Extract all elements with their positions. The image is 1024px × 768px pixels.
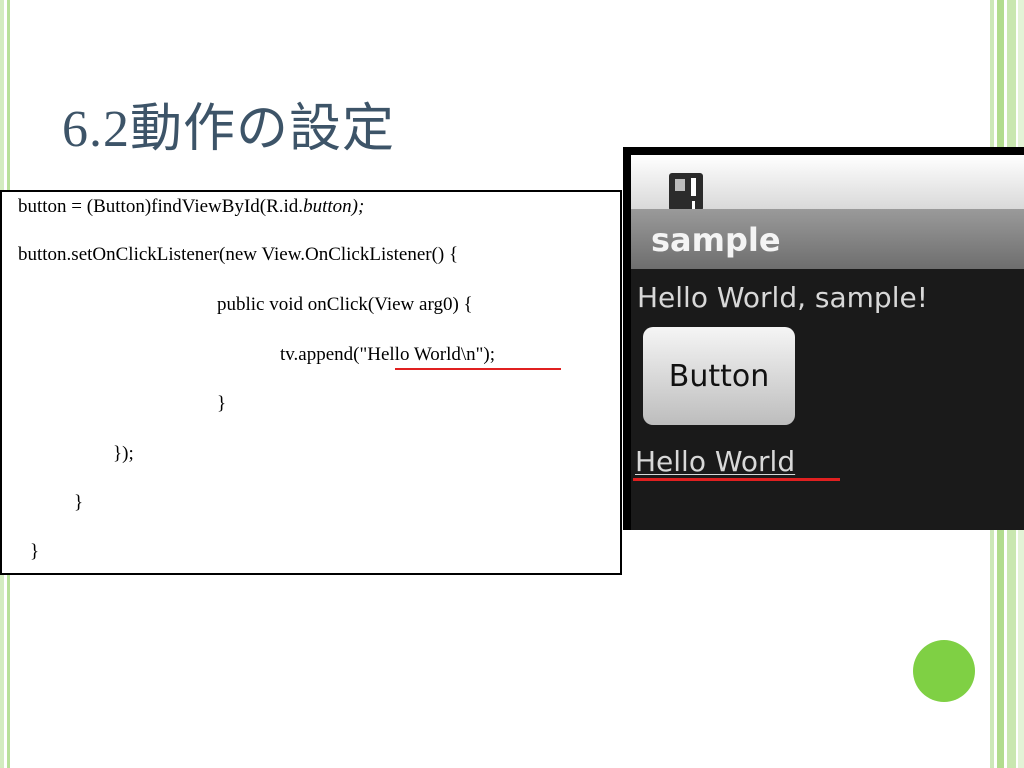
code-line-italic: button); bbox=[303, 196, 365, 217]
code-line: button.setOnClickListener(new View.OnCli… bbox=[18, 244, 459, 265]
code-line: public void onClick(View arg0) { bbox=[217, 294, 473, 315]
sim-card-icon bbox=[669, 173, 703, 211]
app-content: Hello World, sample! Button Hello World bbox=[631, 269, 1024, 530]
slide-title: 6.2動作の設定 bbox=[62, 101, 396, 158]
sample-button[interactable]: Button bbox=[643, 327, 795, 425]
highlight-underline bbox=[395, 368, 561, 370]
status-bar bbox=[631, 155, 1024, 211]
code-line-text: button = (Button)findViewById(R.id. bbox=[18, 196, 304, 217]
code-line: } bbox=[30, 541, 40, 562]
app-title: sample bbox=[651, 221, 781, 259]
decorative-dot bbox=[913, 640, 975, 702]
code-line-highlighted: tv.append("Hello World\n"); bbox=[280, 344, 496, 365]
code-line: } bbox=[217, 393, 227, 414]
hello-text: Hello World, sample! bbox=[637, 281, 928, 314]
app-title-bar: sample bbox=[631, 209, 1024, 269]
code-line: button = (Button)findViewById(R.id.butto… bbox=[18, 196, 364, 218]
appended-text: Hello World bbox=[635, 445, 796, 478]
code-line: } bbox=[74, 492, 84, 513]
code-line: }); bbox=[113, 443, 134, 464]
code-block: button = (Button)findViewById(R.id.butto… bbox=[0, 190, 622, 575]
emulator-screenshot: sample Hello World, sample! Button Hello… bbox=[623, 147, 1024, 530]
appended-text-highlight bbox=[633, 478, 840, 481]
